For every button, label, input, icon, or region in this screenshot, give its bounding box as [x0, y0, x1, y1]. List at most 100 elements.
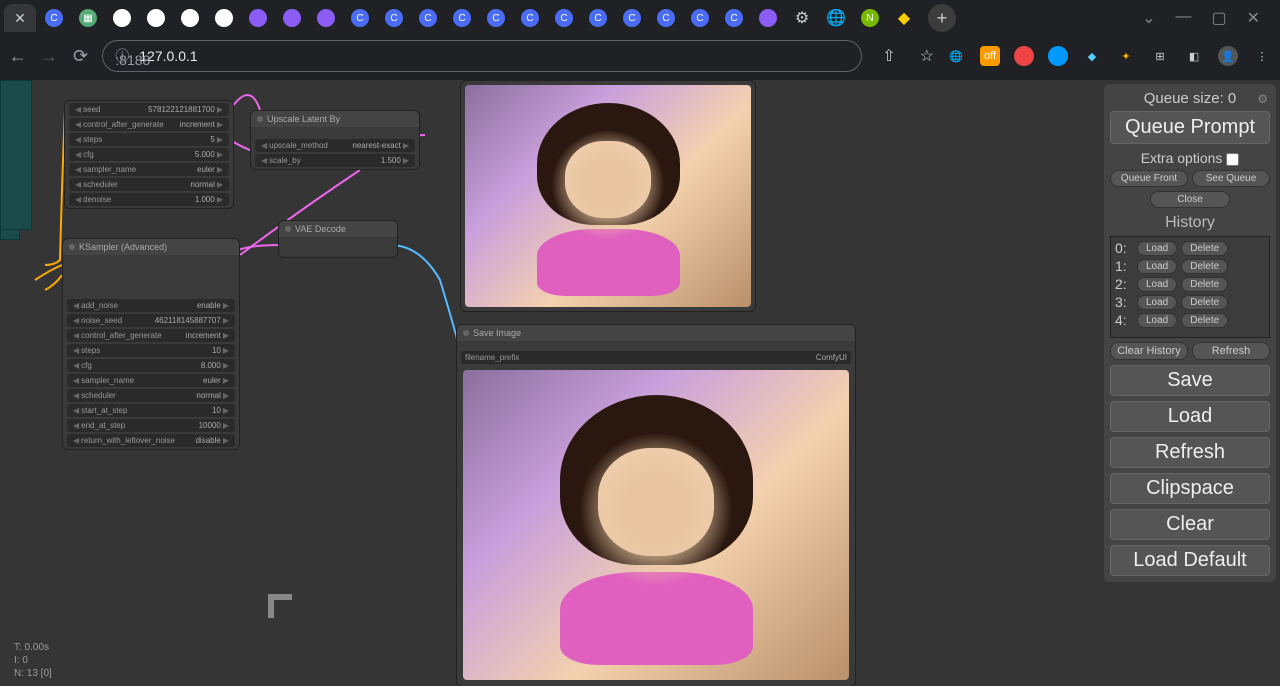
share-icon[interactable]: ⇧	[882, 46, 895, 66]
bookmark-icon[interactable]: ☆	[920, 46, 934, 66]
tab[interactable]: ▦	[72, 4, 104, 32]
ksampler-node[interactable]: ◀seed578122121881700▶ ◀control_after_gene…	[64, 100, 234, 209]
tab[interactable]: C	[480, 4, 512, 32]
clear-button[interactable]: Clear	[1110, 509, 1270, 540]
history-list[interactable]: 0:LoadDelete1:LoadDelete2:LoadDelete3:Lo…	[1110, 236, 1270, 338]
node-widget[interactable]: ◀schedulernormal▶	[67, 389, 235, 402]
node-widget[interactable]: ◀sampler_nameeuler▶	[69, 163, 229, 176]
forward-button[interactable]: →	[39, 46, 58, 67]
node-canvas[interactable]: ◀seed578122121881700▶ ◀control_after_gene…	[0, 80, 1100, 686]
ksampler-advanced-node[interactable]: KSampler (Advanced) ◀add_noiseenable▶◀no…	[62, 238, 240, 450]
node-widget[interactable]: ◀end_at_step10000▶	[67, 419, 235, 432]
tab[interactable]: C	[616, 4, 648, 32]
node-widget[interactable]: ◀sampler_nameeuler▶	[67, 374, 235, 387]
node-widget[interactable]: ◀seed578122121881700▶	[69, 103, 229, 116]
ext-icon[interactable]	[1048, 46, 1068, 66]
window-close-icon[interactable]: ✕	[1247, 8, 1260, 28]
ext-icon[interactable]: off	[980, 46, 1000, 66]
reload-button[interactable]: ⟳	[71, 46, 90, 67]
tab[interactable]	[174, 4, 206, 32]
tab[interactable]	[752, 4, 784, 32]
clear-history-button[interactable]: Clear History	[1110, 342, 1188, 360]
new-tab-button[interactable]: +	[928, 4, 956, 32]
ext-icon[interactable]: ◆	[1082, 46, 1102, 66]
tab[interactable]	[242, 4, 274, 32]
close-button[interactable]: Close	[1150, 191, 1230, 208]
tab[interactable]	[208, 4, 240, 32]
node-widget[interactable]: ◀control_after_generateincrement▶	[67, 329, 235, 342]
node-widget[interactable]: ◀start_at_step10▶	[67, 404, 235, 417]
vae-decode-node[interactable]: VAE Decode	[278, 220, 398, 258]
history-load-button[interactable]: Load	[1137, 277, 1177, 292]
see-queue-button[interactable]: See Queue	[1192, 170, 1270, 187]
menu-icon[interactable]: ⋮	[1252, 46, 1272, 66]
tab[interactable]: C	[684, 4, 716, 32]
history-load-button[interactable]: Load	[1137, 313, 1177, 328]
node-widget[interactable]: ◀add_noiseenable▶	[67, 299, 235, 312]
tab[interactable]: C	[412, 4, 444, 32]
tab[interactable]: C	[344, 4, 376, 32]
ext-icon[interactable]: ✦	[1116, 46, 1136, 66]
sidepanel-icon[interactable]: ◧	[1184, 46, 1204, 66]
tab[interactable]: C	[38, 4, 70, 32]
node-widget[interactable]: ◀cfg5.000▶	[69, 148, 229, 161]
tab[interactable]	[276, 4, 308, 32]
load-button[interactable]: Load	[1110, 401, 1270, 432]
history-load-button[interactable]: Load	[1137, 295, 1177, 310]
node-widget[interactable]: ◀return_with_leftover_noisedisable▶	[67, 434, 235, 447]
history-load-button[interactable]: Load	[1137, 259, 1177, 274]
history-delete-button[interactable]: Delete	[1181, 277, 1228, 292]
load-default-button[interactable]: Load Default	[1110, 545, 1270, 576]
chevron-down-icon[interactable]: ⌄	[1142, 8, 1155, 28]
node-widget[interactable]: ◀schedulernormal▶	[69, 178, 229, 191]
node-widget[interactable]: ◀scale_by1.500▶	[255, 154, 415, 167]
node-widget[interactable]: ◀denoise1.000▶	[69, 193, 229, 206]
maximize-icon[interactable]: ▢	[1211, 8, 1226, 28]
close-icon[interactable]: ✕	[14, 10, 26, 27]
profile-icon[interactable]: 👤	[1218, 46, 1238, 66]
node-widget[interactable]: ◀upscale_methodnearest-exact▶	[255, 139, 415, 152]
tab[interactable]: 🌐	[820, 4, 852, 32]
tab[interactable]: C	[548, 4, 580, 32]
tab[interactable]: C	[650, 4, 682, 32]
gear-icon[interactable]: ⚙	[1257, 92, 1268, 106]
clipspace-button[interactable]: Clipspace	[1110, 473, 1270, 504]
tab[interactable]: ⚙	[786, 4, 818, 32]
tab-active[interactable]: ✕	[4, 4, 36, 32]
node-widget[interactable]: ◀steps5▶	[69, 133, 229, 146]
history-load-button[interactable]: Load	[1137, 241, 1177, 256]
ext-icon[interactable]: 🌐	[946, 46, 966, 66]
upscale-latent-node[interactable]: Upscale Latent By ◀upscale_methodnearest…	[250, 110, 420, 170]
preview-image-node[interactable]	[460, 80, 756, 312]
tab[interactable]: C	[446, 4, 478, 32]
tab[interactable]: C	[378, 4, 410, 32]
tab[interactable]	[140, 4, 172, 32]
queue-front-button[interactable]: Queue Front	[1110, 170, 1188, 187]
widget-filename-prefix[interactable]: filename_prefix ComfyUI	[461, 351, 851, 364]
tab[interactable]: C	[582, 4, 614, 32]
queue-prompt-button[interactable]: Queue Prompt	[1110, 111, 1270, 144]
node-widget[interactable]: ◀steps10▶	[67, 344, 235, 357]
back-button[interactable]: ←	[8, 46, 27, 67]
extensions-icon[interactable]: ⊞	[1150, 46, 1170, 66]
save-button[interactable]: Save	[1110, 365, 1270, 396]
ext-icon[interactable]	[1014, 46, 1034, 66]
history-delete-button[interactable]: Delete	[1181, 313, 1228, 328]
tab[interactable]: ◆	[888, 4, 920, 32]
refresh-history-button[interactable]: Refresh	[1192, 342, 1270, 360]
tab[interactable]: N	[854, 4, 886, 32]
node-widget[interactable]: ◀cfg8.000▶	[67, 359, 235, 372]
tab[interactable]: C	[718, 4, 750, 32]
history-delete-button[interactable]: Delete	[1181, 241, 1228, 256]
history-delete-button[interactable]: Delete	[1181, 259, 1228, 274]
minimize-icon[interactable]: —	[1175, 8, 1191, 28]
node-widget[interactable]: ◀control_after_generateincrement▶	[69, 118, 229, 131]
history-delete-button[interactable]: Delete	[1181, 295, 1228, 310]
tab[interactable]	[310, 4, 342, 32]
extra-options-checkbox[interactable]	[1226, 153, 1239, 166]
node-widget[interactable]: ◀noise_seed462118145887707▶	[67, 314, 235, 327]
tab[interactable]: C	[514, 4, 546, 32]
refresh-button[interactable]: Refresh	[1110, 437, 1270, 468]
clip-text-node[interactable]	[0, 80, 32, 230]
save-image-node[interactable]: Save Image filename_prefix ComfyUI	[456, 324, 856, 686]
